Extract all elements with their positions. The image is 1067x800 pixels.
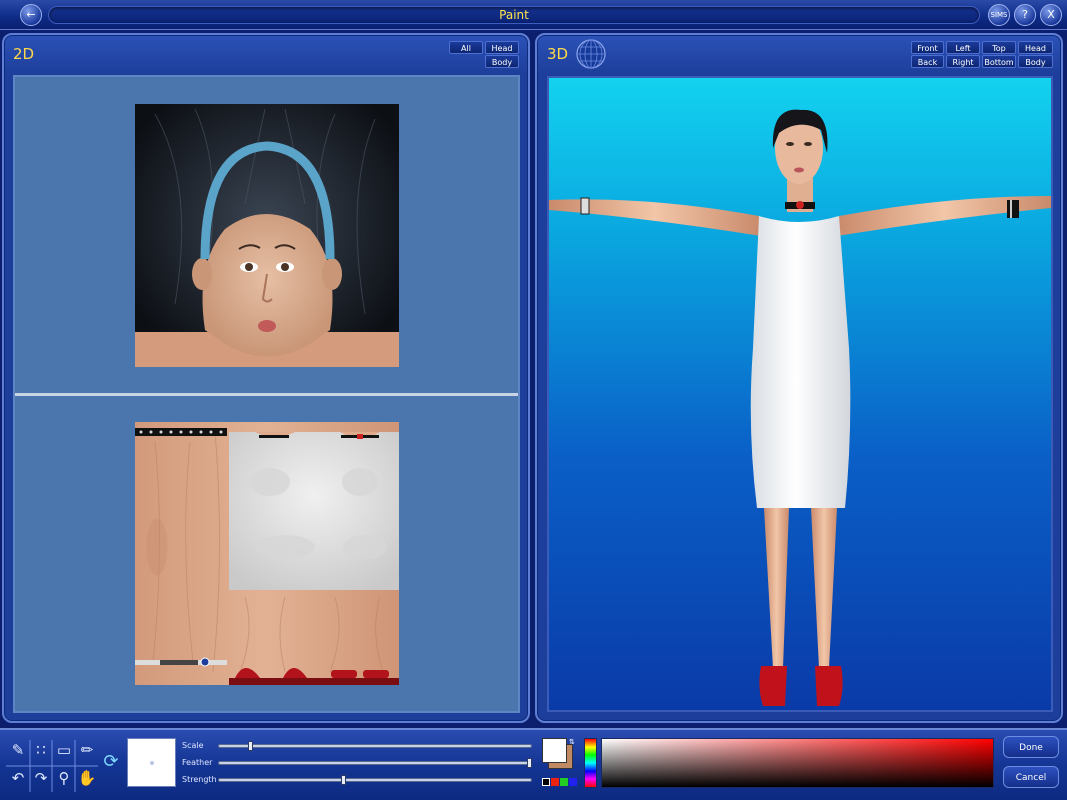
sim-model xyxy=(549,109,1051,706)
undo-icon[interactable]: ↶ xyxy=(8,768,28,788)
hue-strip[interactable] xyxy=(584,738,597,788)
camera-front-button[interactable]: Front xyxy=(911,41,944,54)
view-head-button[interactable]: Head xyxy=(485,41,519,54)
color-picker-field[interactable] xyxy=(601,738,994,788)
feather-label: Feather xyxy=(182,758,213,767)
preset-green[interactable] xyxy=(560,778,568,786)
close-button[interactable]: X xyxy=(1040,4,1062,26)
title-bar: ← Paint SIMS ? X xyxy=(0,0,1067,30)
feather-thumb[interactable] xyxy=(527,758,532,768)
redo-icon[interactable]: ↷ xyxy=(31,768,51,788)
title-field: Paint xyxy=(48,6,980,24)
done-button[interactable]: Done xyxy=(1003,736,1059,758)
eyedropper-icon[interactable]: ✏ xyxy=(77,740,97,760)
panel-2d-label: 2D xyxy=(13,45,35,63)
body-texture[interactable] xyxy=(135,422,399,685)
camera-right-button[interactable]: Right xyxy=(946,55,980,68)
strength-thumb[interactable] xyxy=(341,775,346,785)
strength-label: Strength xyxy=(182,775,217,784)
swap-colors-icon[interactable]: ⇅ xyxy=(569,739,575,746)
strength-slider[interactable] xyxy=(218,778,532,782)
scale-slider[interactable] xyxy=(218,744,532,748)
model-viewport-3d[interactable] xyxy=(547,76,1053,712)
back-arrow-icon[interactable]: ← xyxy=(20,4,42,26)
view-all-button[interactable]: All xyxy=(449,41,483,54)
head-texture[interactable] xyxy=(135,104,399,367)
scale-thumb[interactable] xyxy=(248,741,253,751)
preset-black[interactable] xyxy=(542,778,550,786)
eraser-icon[interactable]: ▭ xyxy=(54,740,74,760)
camera-top-button[interactable]: Top xyxy=(982,41,1016,54)
canvas-divider xyxy=(15,393,518,396)
help-button[interactable]: ? xyxy=(1014,4,1036,26)
cancel-button[interactable]: Cancel xyxy=(1003,766,1059,788)
magnify-icon[interactable]: ⚲ xyxy=(54,768,74,788)
preset-red[interactable] xyxy=(551,778,559,786)
camera-left-button[interactable]: Left xyxy=(946,41,980,54)
wireframe-globe-icon[interactable] xyxy=(576,39,606,69)
sims-button[interactable]: SIMS xyxy=(988,4,1010,26)
primary-color-swatch[interactable] xyxy=(542,738,567,763)
camera-body-button[interactable]: Body xyxy=(1018,55,1053,68)
camera-bottom-button[interactable]: Bottom xyxy=(982,55,1016,68)
pencil-icon[interactable]: ✎ xyxy=(8,740,28,760)
window-title: Paint xyxy=(499,8,529,22)
feather-slider[interactable] xyxy=(218,761,532,765)
rotate-icon[interactable]: ⟳ xyxy=(101,752,121,772)
brush-dot xyxy=(150,761,154,765)
view-body-button[interactable]: Body xyxy=(485,55,519,68)
camera-back-button[interactable]: Back xyxy=(911,55,944,68)
spray-icon[interactable]: ∷ xyxy=(31,740,51,760)
hand-icon[interactable]: ✋ xyxy=(77,768,97,788)
color-presets xyxy=(542,778,577,786)
panel-3d-label: 3D xyxy=(547,45,569,63)
preset-blue[interactable] xyxy=(569,778,577,786)
scale-label: Scale xyxy=(182,741,204,750)
brush-preview xyxy=(127,738,176,787)
camera-head-button[interactable]: Head xyxy=(1018,41,1053,54)
tool-grid: ✎ ∷ ▭ ✏ ↶ ↷ ⚲ ✋ xyxy=(0,730,100,798)
